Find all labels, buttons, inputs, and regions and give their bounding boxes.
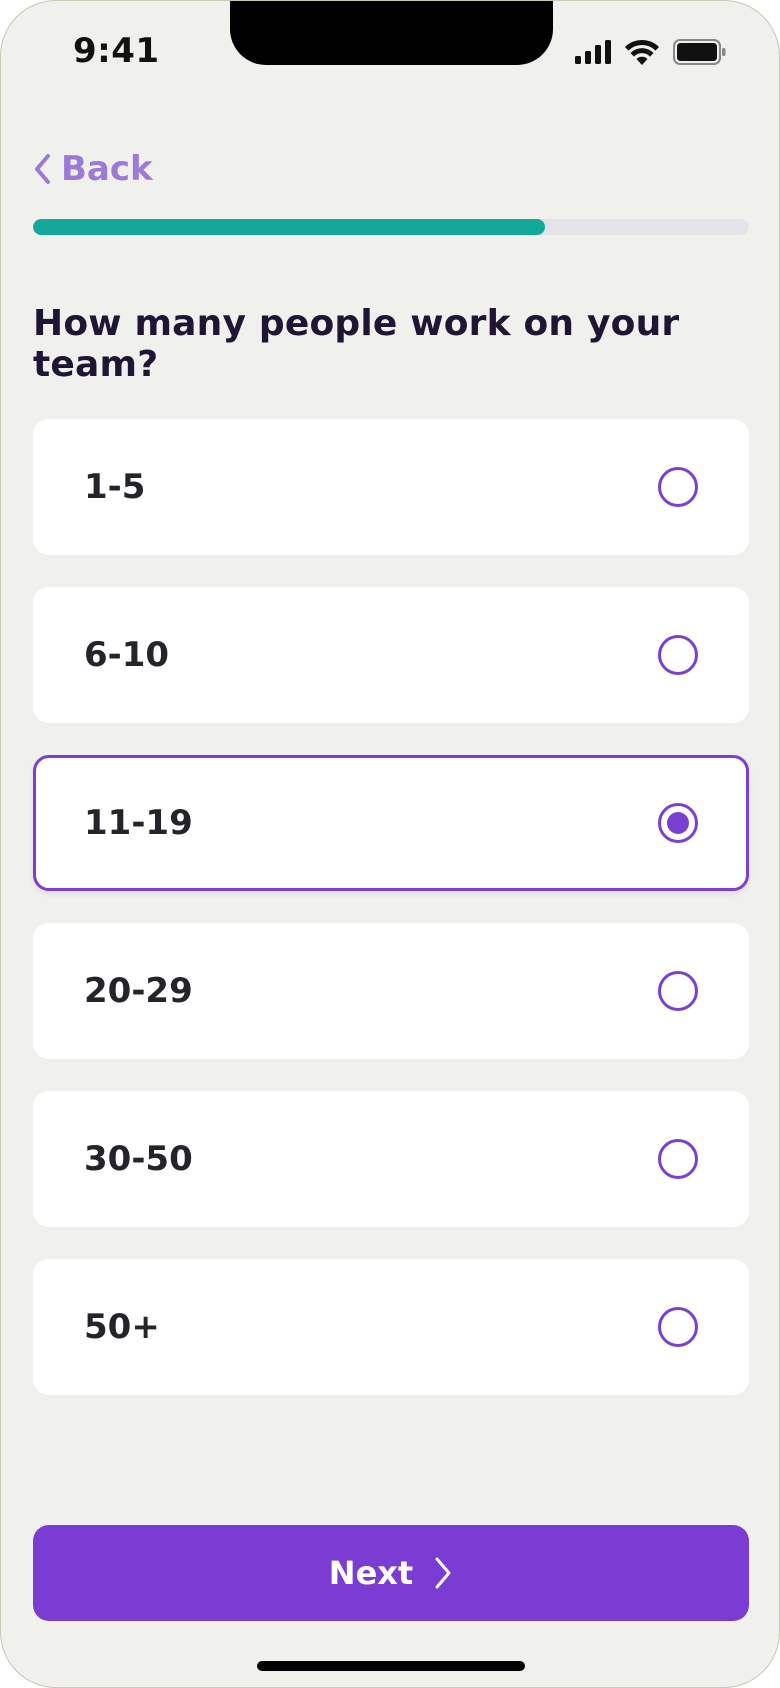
option-label: 20-29	[84, 971, 193, 1011]
radio-button[interactable]	[658, 467, 698, 507]
battery-icon	[673, 39, 726, 65]
option-label: 30-50	[84, 1139, 193, 1179]
option-label: 50+	[84, 1307, 160, 1347]
next-button-label: Next	[328, 1554, 414, 1592]
option-30-50[interactable]: 30-50	[33, 1091, 749, 1227]
question-title: How many people work on your team?	[33, 303, 680, 385]
chevron-left-icon	[35, 154, 50, 184]
chevron-right-icon	[435, 1557, 451, 1589]
radio-button[interactable]	[658, 1139, 698, 1179]
option-label: 1-5	[84, 467, 146, 507]
options-list: 1-5 6-10 11-19 20-29 30-50 50+	[33, 419, 749, 1427]
progress-fill	[33, 219, 545, 235]
cellular-signal-icon	[575, 40, 611, 64]
radio-button[interactable]	[658, 803, 698, 843]
home-indicator	[257, 1661, 525, 1671]
option-label: 6-10	[84, 635, 170, 675]
radio-button[interactable]	[658, 1307, 698, 1347]
option-6-10[interactable]: 6-10	[33, 587, 749, 723]
option-11-19[interactable]: 11-19	[33, 755, 749, 891]
phone-screen: 9:41 Back How many people work on your t…	[0, 0, 780, 1688]
back-label: Back	[61, 149, 153, 189]
progress-bar	[33, 219, 749, 235]
option-20-29[interactable]: 20-29	[33, 923, 749, 1059]
status-time: 9:41	[73, 31, 160, 71]
option-label: 11-19	[84, 803, 193, 843]
wifi-icon	[625, 39, 659, 65]
device-notch	[230, 1, 553, 65]
radio-dot	[667, 812, 689, 834]
next-button[interactable]: Next	[33, 1525, 749, 1621]
radio-button[interactable]	[658, 635, 698, 675]
radio-button[interactable]	[658, 971, 698, 1011]
status-icons	[575, 39, 727, 65]
option-1-5[interactable]: 1-5	[33, 419, 749, 555]
option-50-plus[interactable]: 50+	[33, 1259, 749, 1395]
back-button[interactable]: Back	[33, 149, 153, 189]
